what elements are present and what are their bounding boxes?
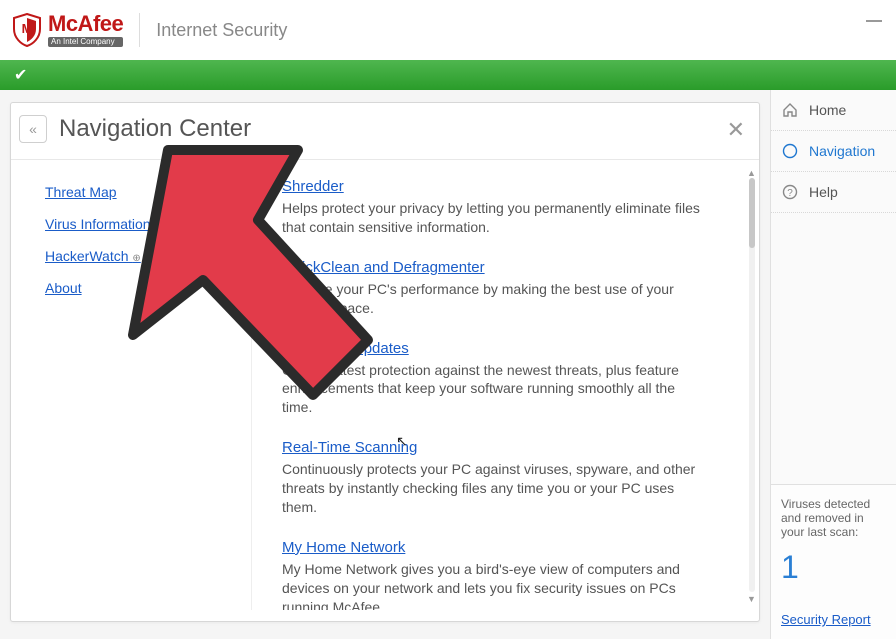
- title-bar: M McAfee An Intel Company Internet Secur…: [0, 0, 896, 60]
- panel-title: Navigation Center: [59, 115, 251, 143]
- link-hackerwatch[interactable]: HackerWatch ⊕: [45, 248, 237, 264]
- minimize-button[interactable]: [866, 20, 882, 22]
- rail-label: Navigation: [809, 143, 875, 159]
- feature-shredder: Shredder Helps protect your privacy by l…: [282, 178, 702, 237]
- feature-real-time-scanning: Real-Time Scanning Continuously protects…: [282, 439, 702, 517]
- mcafee-shield-icon: M: [12, 13, 42, 47]
- right-rail: Home Navigation ? Help Viruses detected …: [770, 90, 896, 639]
- scroll-track[interactable]: [749, 178, 755, 592]
- rail-label: Help: [809, 184, 838, 200]
- link-about[interactable]: About: [45, 280, 237, 296]
- brand-logo: M McAfee An Intel Company: [12, 13, 123, 47]
- feature-quickclean: QuickClean and Defragmenter Improve your…: [282, 259, 702, 318]
- scroll-down-icon[interactable]: ▼: [747, 594, 755, 602]
- compass-icon: [781, 143, 799, 159]
- help-icon: ?: [781, 184, 799, 200]
- feature-desc: My Home Network gives you a bird's-eye v…: [282, 560, 702, 610]
- feature-updates: Automatic Updates Get the latest protect…: [282, 340, 702, 418]
- close-button[interactable]: ✕: [727, 117, 745, 143]
- feature-link-updates[interactable]: Automatic Updates: [282, 340, 409, 357]
- scroll-up-icon[interactable]: ▲: [747, 168, 755, 176]
- status-panel: Viruses detected and removed in your las…: [771, 484, 896, 639]
- rail-navigation[interactable]: Navigation: [771, 131, 896, 172]
- security-report-link[interactable]: Security Report: [781, 612, 871, 627]
- status-count: 1: [781, 549, 886, 586]
- feature-link-quickclean[interactable]: QuickClean and Defragmenter: [282, 259, 485, 276]
- rail-label: Home: [809, 102, 846, 118]
- side-links: Threat Map Virus Information Library Hac…: [11, 160, 251, 610]
- feature-link-real-time-scanning[interactable]: Real-Time Scanning: [282, 439, 417, 456]
- external-link-icon: ⊕: [132, 253, 140, 264]
- feature-home-network: My Home Network My Home Network gives yo…: [282, 539, 702, 610]
- link-hackerwatch-label: HackerWatch: [45, 248, 129, 264]
- scrollbar[interactable]: ▲ ▼: [747, 170, 755, 600]
- navigation-center-panel: « Navigation Center ✕ Threat Map Virus I…: [10, 102, 760, 622]
- feature-desc: Continuously protects your PC against vi…: [282, 460, 702, 517]
- link-threat-map[interactable]: Threat Map: [45, 184, 237, 200]
- brand-name: McAfee: [48, 13, 123, 35]
- status-bar: ✔: [0, 60, 896, 90]
- divider: [139, 13, 140, 47]
- feature-desc: Helps protect your privacy by letting yo…: [282, 199, 702, 237]
- svg-text:M: M: [22, 21, 33, 36]
- feature-link-home-network[interactable]: My Home Network: [282, 539, 405, 556]
- link-virus-information-library[interactable]: Virus Information Library: [45, 216, 237, 232]
- svg-text:?: ?: [787, 188, 793, 199]
- feature-list: Shredder Helps protect your privacy by l…: [251, 160, 759, 610]
- product-name: Internet Security: [156, 20, 287, 41]
- rail-help[interactable]: ? Help: [771, 172, 896, 213]
- feature-link-shredder[interactable]: Shredder: [282, 178, 344, 195]
- rail-home[interactable]: Home: [771, 90, 896, 131]
- feature-desc: Get the latest protection against the ne…: [282, 361, 702, 418]
- status-label: Viruses detected and removed in your las…: [781, 497, 886, 539]
- home-icon: [781, 102, 799, 118]
- brand-sub: An Intel Company: [48, 37, 123, 47]
- scroll-thumb[interactable]: [749, 178, 755, 248]
- feature-desc: Improve your PC's performance by making …: [282, 280, 702, 318]
- collapse-button[interactable]: «: [19, 115, 47, 143]
- checkmark-icon: ✔: [14, 65, 27, 85]
